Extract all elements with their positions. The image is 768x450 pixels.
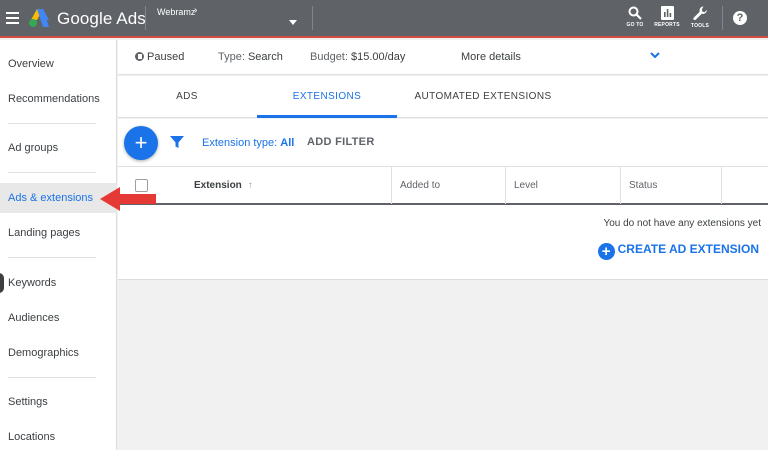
column-header-extension[interactable]: Extension ↑ <box>186 167 392 204</box>
help-icon[interactable]: ? <box>733 11 747 25</box>
chevron-right-icon: › <box>194 5 198 16</box>
create-ad-extension-button[interactable]: + CREATE AD EXTENSION <box>597 240 759 260</box>
red-arrow-annotation-icon <box>100 187 156 211</box>
status-paused: Paused <box>135 51 184 63</box>
account-name[interactable]: Webramz <box>157 7 195 17</box>
tools-label: TOOLS <box>690 23 710 29</box>
column-header-status[interactable]: Status <box>621 167 722 204</box>
sidebar-item-locations[interactable]: Locations <box>0 422 117 450</box>
filter-icon[interactable] <box>170 135 184 149</box>
plus-circle-icon: + <box>597 243 615 260</box>
filter-type-value: All <box>280 137 295 149</box>
reports-button[interactable]: REPORTS <box>650 5 684 33</box>
sort-arrow-up-icon: ↑ <box>247 180 253 191</box>
status-value: Paused <box>147 51 185 63</box>
google-ads-logo-icon[interactable] <box>28 8 50 28</box>
reports-label: REPORTS <box>654 22 680 28</box>
divider <box>8 257 96 258</box>
sidebar-item-landing-pages[interactable]: Landing pages <box>0 218 117 248</box>
divider <box>8 172 96 173</box>
add-filter-button[interactable]: ADD FILTER <box>307 136 375 148</box>
type-label: Type: <box>218 51 245 63</box>
more-details-link[interactable]: More details <box>461 51 521 63</box>
extension-type-filter[interactable]: Extension type: All <box>202 137 294 149</box>
menu-icon[interactable] <box>6 12 19 24</box>
column-header-added-to[interactable]: Added to <box>392 167 506 204</box>
dropdown-caret-icon[interactable] <box>289 20 297 25</box>
type-value: Search <box>247 51 283 63</box>
divider <box>722 6 723 30</box>
table-header: Extension ↑ Added to Level Status <box>118 166 768 205</box>
filter-type-label: Extension type: <box>202 137 278 149</box>
goto-button[interactable]: GO TO <box>618 5 652 33</box>
campaign-status-bar: Paused Type: Search Budget: $15.00/day M… <box>118 40 768 75</box>
extension-column-label: Extension <box>194 180 242 191</box>
tab-ads[interactable]: ADS <box>136 76 238 118</box>
search-icon <box>628 6 642 20</box>
tools-button[interactable]: TOOLS <box>683 5 717 33</box>
column-header-level[interactable]: Level <box>506 167 621 204</box>
pause-icon <box>135 52 144 61</box>
campaign-budget: Budget: $15.00/day <box>310 51 405 63</box>
sidebar-item-audiences[interactable]: Audiences <box>0 303 117 333</box>
goto-label: GO TO <box>626 22 644 28</box>
sidebar-item-ad-groups[interactable]: Ad groups <box>0 133 117 163</box>
tab-bar: ADS EXTENSIONS AUTOMATED EXTENSIONS <box>118 76 768 118</box>
budget-label: Budget: <box>310 51 348 63</box>
create-ad-extension-label: CREATE AD EXTENSION <box>617 242 759 256</box>
campaign-type: Type: Search <box>218 51 283 63</box>
chevron-down-icon[interactable] <box>650 52 660 59</box>
sidebar-item-settings[interactable]: Settings <box>0 387 117 417</box>
divider <box>145 6 146 30</box>
wrench-icon <box>692 6 707 21</box>
divider <box>8 377 96 378</box>
sidebar: Overview Recommendations Ad groups Ads &… <box>0 40 117 450</box>
add-extension-button[interactable]: + <box>124 126 158 160</box>
divider <box>312 6 313 30</box>
top-app-bar: Google Ads Webramz › GO TO REPORTS TOOLS… <box>0 0 768 38</box>
table-body: You do not have any extensions yet + CREA… <box>118 205 768 280</box>
sidebar-item-keywords[interactable]: Keywords <box>0 268 117 298</box>
empty-state-message: You do not have any extensions yet <box>603 218 761 229</box>
brand-name: Google Ads <box>57 9 146 28</box>
tab-automated-extensions[interactable]: AUTOMATED EXTENSIONS <box>408 76 558 118</box>
sidebar-item-overview[interactable]: Overview <box>0 49 117 79</box>
budget-value: $15.00/day <box>350 51 406 63</box>
sidebar-item-recommendations[interactable]: Recommendations <box>0 84 117 114</box>
sidebar-item-demographics[interactable]: Demographics <box>0 338 117 368</box>
reports-icon <box>660 6 674 20</box>
tab-extensions[interactable]: EXTENSIONS <box>257 76 397 118</box>
divider <box>8 123 96 124</box>
filter-bar: + Extension type: All ADD FILTER <box>118 119 768 166</box>
